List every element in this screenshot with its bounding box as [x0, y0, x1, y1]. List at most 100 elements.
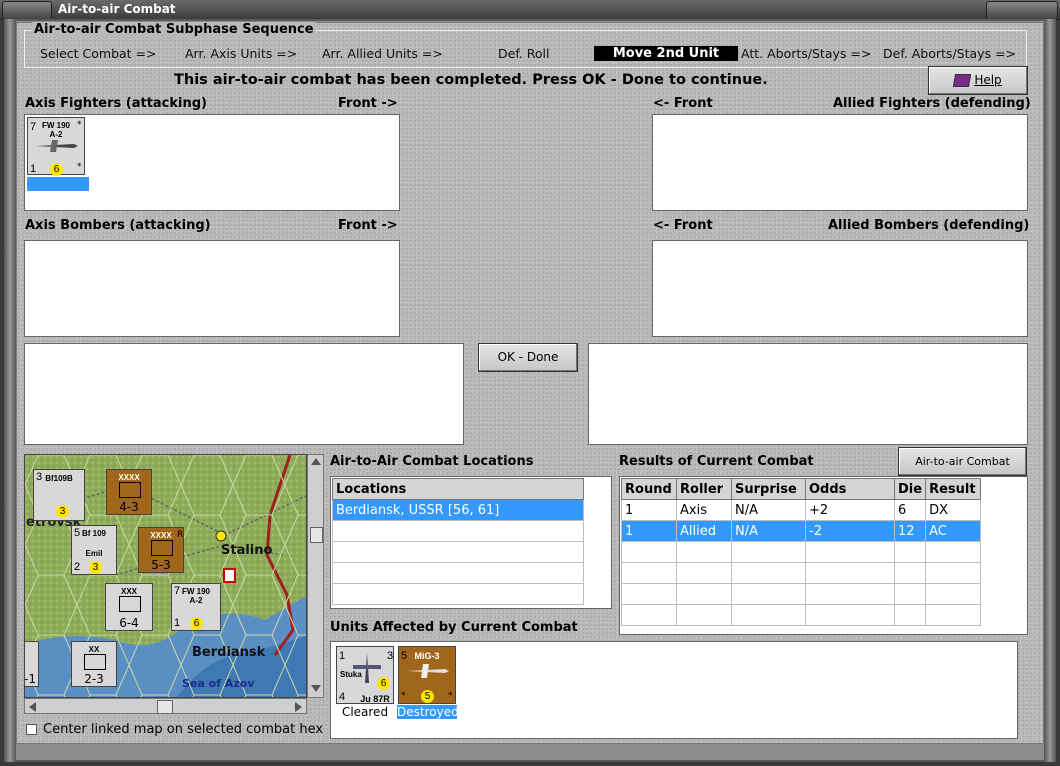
infantry-icon	[119, 596, 141, 612]
counter-attack: 1	[339, 650, 346, 662]
center-map-label: Center linked map on selected combat hex	[43, 722, 324, 737]
results-col-round[interactable]: Round	[621, 478, 677, 500]
counter-defense: 4	[339, 691, 346, 703]
axis-bombers-label: Axis Bombers (attacking)	[25, 218, 211, 233]
map-unit-bf109e[interactable]: 5 Bf 109 Emil 2 3	[71, 525, 117, 575]
counter-value: 4-3	[119, 500, 139, 514]
linked-map[interactable]: etrovsk Stalino Berdiansk Sea of Azov 3 …	[24, 454, 307, 698]
map-unit-xx-2-3[interactable]: XX 2-3	[71, 641, 117, 687]
table-row	[332, 583, 584, 605]
sequence-step-active: Move 2nd Unit	[594, 46, 738, 61]
counter-size: XXX	[120, 587, 137, 596]
scroll-left-icon[interactable]	[29, 702, 36, 712]
counter-range: 3	[56, 505, 69, 518]
help-button[interactable]: Help	[928, 66, 1028, 95]
window-titlebar[interactable]: Air-to-air Combat	[0, 0, 1060, 20]
map-unit-xxxx-5-3[interactable]: XXXX R 5-3	[138, 527, 184, 573]
scroll-up-icon[interactable]	[311, 458, 321, 465]
results-col-result[interactable]: Result	[925, 478, 982, 500]
counter-type: FW 190	[181, 587, 210, 596]
table-row	[332, 562, 584, 584]
cell-surprise: N/A	[731, 520, 806, 542]
scroll-down-icon[interactable]	[311, 685, 321, 692]
results-col-surprise[interactable]: Surprise	[731, 478, 806, 500]
star-icon: *	[77, 120, 82, 130]
allied-info-box	[588, 343, 1028, 445]
cell-odds: -2	[805, 520, 895, 542]
infantry-icon	[84, 654, 106, 670]
axis-fighters-label: Axis Fighters (attacking)	[25, 96, 207, 111]
counter-range: 6	[377, 677, 390, 690]
cell-result: DX	[925, 499, 982, 521]
axis-info-box	[24, 343, 464, 445]
unit-status-cleared: Cleared	[341, 705, 389, 719]
results-table: Round Roller Surprise Odds Die Result 1 …	[621, 478, 982, 626]
table-row[interactable]: 1 Axis N/A +2 6 DX	[621, 499, 982, 521]
counter-type: FW 190	[41, 121, 70, 130]
table-row[interactable]: 1 Allied N/A -2 12 AC	[621, 520, 982, 542]
map-unit-bf109b[interactable]: 3 Bf109B 3	[33, 469, 85, 521]
sequence-step-def-aborts: Def. Aborts/Stays =>	[883, 46, 1016, 61]
cell-roller: Axis	[676, 499, 732, 521]
selected-unit-highlight	[27, 177, 89, 191]
map-unit-fw190[interactable]: 7 FW 190 A-2 1 6	[171, 583, 221, 631]
map-unit-xxxx-4-3[interactable]: XXXX 4-3	[106, 469, 152, 515]
map-vertical-scrollbar[interactable]	[307, 454, 324, 698]
sequence-step-arr-axis: Arr. Axis Units =>	[185, 46, 298, 61]
allied-fighters-box[interactable]	[652, 114, 1028, 211]
map-unit-xxx-6-4[interactable]: XXX 6-4	[105, 583, 153, 631]
results-col-roller[interactable]: Roller	[676, 478, 732, 500]
fw190-counter[interactable]: 7 FW 190 A-2 1 6 * *	[27, 117, 85, 176]
table-row	[621, 604, 982, 626]
cell-die: 12	[893, 520, 927, 542]
counter-value: -1	[24, 672, 36, 686]
location-cell[interactable]: Berdiansk, USSR [56, 61]	[332, 499, 584, 521]
counter-size: XXXX	[118, 473, 140, 482]
table-row	[332, 520, 584, 542]
table-row	[621, 541, 982, 563]
counter-variant: Emil	[85, 549, 103, 558]
cell-result: AC	[925, 520, 982, 542]
unit-status-destroyed: Destroyed	[397, 705, 459, 719]
counter-size: XX	[88, 645, 100, 654]
locations-table: Locations Berdiansk, USSR [56, 61]	[332, 478, 584, 605]
counter-range: 6	[50, 163, 63, 176]
sequence-step-def-roll: Def. Roll	[498, 46, 550, 61]
cell-roller: Allied	[676, 520, 732, 542]
results-col-die[interactable]: Die	[893, 478, 927, 500]
results-label: Results of Current Combat	[619, 454, 814, 469]
status-message: This air-to-air combat has been complete…	[174, 72, 768, 88]
air-to-air-combat-chart-button[interactable]: Air-to-air Combat Chart	[898, 447, 1027, 495]
results-col-odds[interactable]: Odds	[805, 478, 895, 500]
map-label-berdiansk: Berdiansk	[192, 645, 266, 660]
window-menu-button[interactable]	[2, 1, 52, 20]
locations-header[interactable]: Locations	[332, 478, 584, 500]
cell-die: 6	[893, 499, 927, 521]
table-row[interactable]: Berdiansk, USSR [56, 61]	[332, 499, 584, 521]
affected-units-box[interactable]: 1 3 Stuka 6 4 Ju 87R Cleared 5 MiG-3 5 *…	[330, 641, 1018, 739]
map-unit-edge[interactable]: -1	[24, 641, 39, 687]
ju87r-counter[interactable]: 1 3 Stuka 6 4 Ju 87R	[336, 646, 394, 704]
mig3-counter[interactable]: 5 MiG-3 5 * *	[398, 646, 456, 704]
affected-label: Units Affected by Current Combat	[330, 620, 578, 635]
axis-bombers-box[interactable]	[24, 240, 400, 337]
locations-label: Air-to-Air Combat Locations	[330, 454, 534, 469]
sequence-step-att-aborts: Att. Aborts/Stays =>	[741, 46, 872, 61]
locations-table-box: Locations Berdiansk, USSR [56, 61]	[330, 476, 612, 609]
window-controls[interactable]	[986, 1, 1058, 20]
infantry-icon	[119, 482, 141, 498]
counter-value: 5-3	[151, 558, 171, 572]
scroll-thumb[interactable]	[157, 700, 173, 714]
scroll-thumb[interactable]	[310, 527, 323, 543]
map-horizontal-scrollbar[interactable]	[24, 698, 307, 714]
allied-bombers-box[interactable]	[652, 240, 1028, 337]
allied-fighters-front: <- Front	[653, 96, 713, 111]
axis-fighters-box[interactable]: 7 FW 190 A-2 1 6 * *	[24, 114, 400, 211]
ok-done-button[interactable]: OK - Done	[478, 343, 578, 372]
counter-bombing: 3	[387, 650, 394, 662]
map-label-sea-of-azov: Sea of Azov	[182, 677, 255, 690]
center-map-checkbox[interactable]	[26, 724, 37, 735]
scroll-right-icon[interactable]	[295, 702, 302, 712]
counter-defense: 2	[74, 561, 81, 573]
counter-type: MiG-3	[414, 651, 440, 661]
